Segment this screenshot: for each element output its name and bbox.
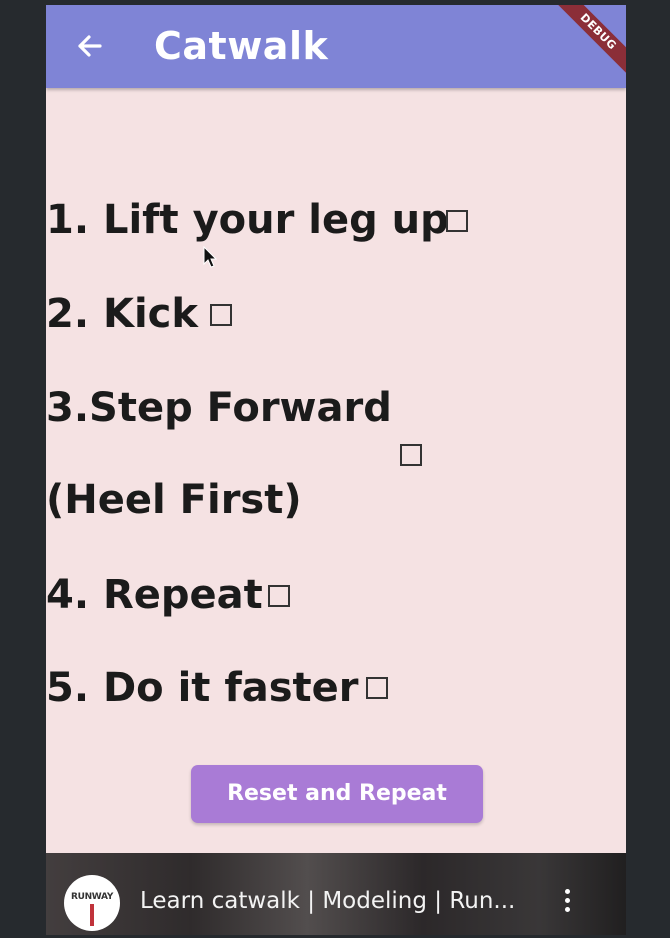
video-player-bar[interactable]: RUNWAY Learn catwalk | Modeling | Run... bbox=[46, 853, 626, 935]
step-2-checkbox[interactable] bbox=[210, 304, 232, 326]
step-3-checkbox[interactable] bbox=[400, 444, 422, 466]
more-vert-icon[interactable] bbox=[562, 889, 572, 919]
channel-logo-mark bbox=[90, 904, 94, 926]
step-1-label: 1. Lift your leg up bbox=[46, 197, 449, 243]
step-3-label-line2: (Heel First) bbox=[46, 477, 302, 523]
mouse-cursor-icon bbox=[203, 245, 219, 274]
channel-logo-text: RUNWAY bbox=[70, 892, 114, 902]
channel-avatar[interactable]: RUNWAY bbox=[64, 875, 120, 931]
reset-and-repeat-button[interactable]: Reset and Repeat bbox=[191, 765, 483, 823]
step-4-label: 4. Repeat bbox=[46, 572, 263, 618]
step-5-checkbox[interactable] bbox=[366, 677, 388, 699]
step-3-label: 3.Step Forward bbox=[46, 385, 392, 431]
video-title[interactable]: Learn catwalk | Modeling | Run... bbox=[140, 883, 515, 919]
step-2-label: 2. Kick bbox=[46, 291, 198, 337]
debug-banner-label: DEBUG bbox=[549, 5, 626, 81]
step-1-checkbox[interactable] bbox=[446, 210, 468, 232]
debug-banner: DEBUG bbox=[536, 5, 626, 95]
arrow-back-icon[interactable] bbox=[72, 29, 106, 63]
page-title: Catwalk bbox=[154, 24, 329, 68]
app-bar: Catwalk DEBUG bbox=[46, 5, 626, 88]
step-4-checkbox[interactable] bbox=[268, 585, 290, 607]
step-5-label: 5. Do it faster bbox=[46, 665, 359, 711]
app-screen: Catwalk DEBUG 1. Lift your leg up 2. Kic… bbox=[46, 5, 626, 935]
